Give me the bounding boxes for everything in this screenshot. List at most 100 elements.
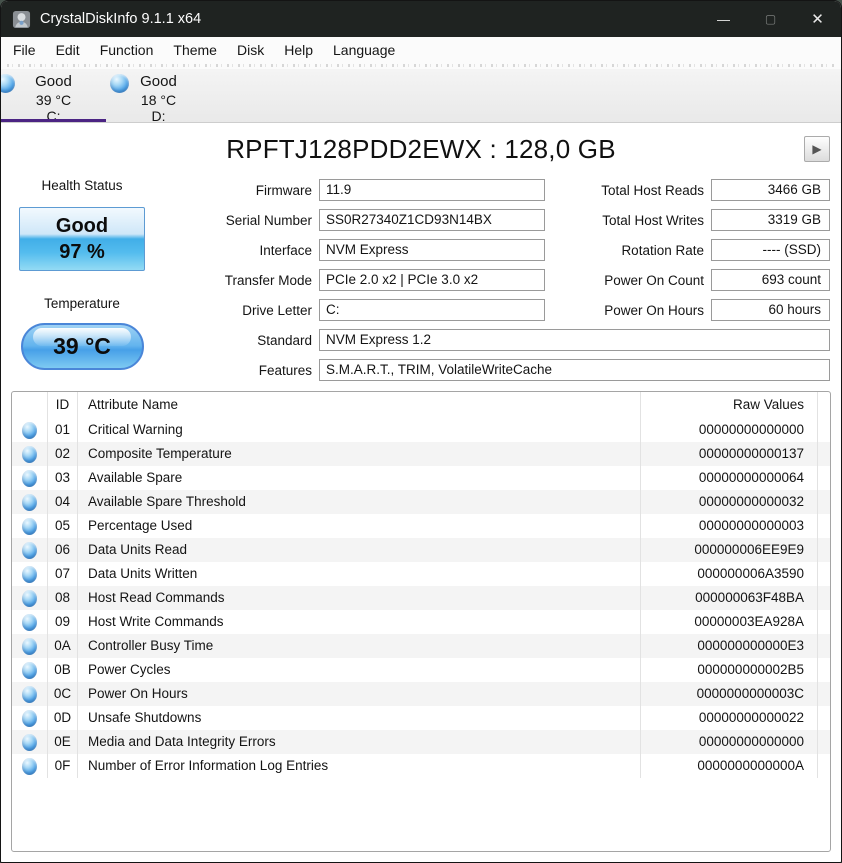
table-row[interactable]: 0FNumber of Error Information Log Entrie… xyxy=(12,754,830,778)
column-tail xyxy=(817,658,830,682)
field-value-power-on-hours: 60 hours xyxy=(711,299,830,321)
attribute-name: Available Spare Threshold xyxy=(78,490,640,514)
attribute-id: 07 xyxy=(47,562,78,586)
attribute-id: 0F xyxy=(47,754,78,778)
table-row[interactable]: 0CPower On Hours0000000000003C xyxy=(12,682,830,706)
menu-item-file[interactable]: File xyxy=(3,42,46,58)
disk-tab-d[interactable]: Good 18 °C D: xyxy=(106,69,211,122)
column-tail xyxy=(817,706,830,730)
close-button[interactable]: ✕ xyxy=(794,1,841,37)
table-row[interactable]: 0DUnsafe Shutdowns00000000000022 xyxy=(12,706,830,730)
attribute-id: 03 xyxy=(47,466,78,490)
table-row[interactable]: 07Data Units Written000000006A3590 xyxy=(12,562,830,586)
table-row[interactable]: 04Available Spare Threshold0000000000003… xyxy=(12,490,830,514)
health-status-button[interactable]: Good 97 % xyxy=(19,207,145,271)
field-label-power-on-hours: Power On Hours xyxy=(551,303,711,318)
menu-item-language[interactable]: Language xyxy=(323,42,405,58)
attribute-name: Number of Error Information Log Entries xyxy=(78,754,640,778)
column-header-raw: Raw Values xyxy=(640,392,817,418)
drive-info-grid: Health Status Good 97 % Temperature 39 °… xyxy=(1,175,841,385)
column-header-id: ID xyxy=(47,392,78,418)
field-label-rotation-rate: Rotation Rate xyxy=(551,243,711,258)
menu-item-function[interactable]: Function xyxy=(90,42,164,58)
temperature-button[interactable]: 39 °C xyxy=(21,323,144,370)
attribute-raw-value: 00000000000064 xyxy=(640,466,817,490)
table-row[interactable]: 09Host Write Commands00000003EA928A xyxy=(12,610,830,634)
attribute-name: Data Units Written xyxy=(78,562,640,586)
attribute-name: Host Write Commands xyxy=(78,610,640,634)
field-value-rotation-rate: ---- (SSD) xyxy=(711,239,830,261)
attribute-id: 0C xyxy=(47,682,78,706)
field-label-total-host-reads: Total Host Reads xyxy=(551,183,711,198)
attribute-id: 04 xyxy=(47,490,78,514)
minimize-button[interactable]: — xyxy=(700,1,747,37)
window-title: CrystalDiskInfo 9.1.1 x64 xyxy=(40,11,201,27)
attribute-id: 08 xyxy=(47,586,78,610)
table-row[interactable]: 0AController Busy Time000000000000E3 xyxy=(12,634,830,658)
disk-status-label: Good xyxy=(1,73,106,91)
table-row[interactable]: 06Data Units Read000000006EE9E9 xyxy=(12,538,830,562)
attribute-name: Power Cycles xyxy=(78,658,640,682)
disk-tab-c[interactable]: Good 39 °C C: xyxy=(1,69,106,122)
field-label-standard: Standard xyxy=(155,333,319,348)
attribute-raw-value: 000000006A3590 xyxy=(640,562,817,586)
table-row[interactable]: 08Host Read Commands000000063F48BA xyxy=(12,586,830,610)
status-orb-icon xyxy=(22,422,37,439)
disk-temp-label: 18 °C xyxy=(106,91,211,109)
table-row[interactable]: 03Available Spare00000000000064 xyxy=(12,466,830,490)
field-label-power-on-count: Power On Count xyxy=(551,273,711,288)
maximize-button[interactable]: ▢ xyxy=(747,1,794,37)
attribute-name: Data Units Read xyxy=(78,538,640,562)
table-empty-area xyxy=(12,778,830,851)
menu-bar: File Edit Function Theme Disk Help Langu… xyxy=(1,37,841,63)
status-orb-icon xyxy=(22,446,37,463)
table-row[interactable]: 05Percentage Used00000000000003 xyxy=(12,514,830,538)
next-drive-button[interactable]: ▶ xyxy=(804,136,830,162)
status-orb-icon xyxy=(22,590,37,607)
field-label-total-host-writes: Total Host Writes xyxy=(551,213,711,228)
field-value-total-host-writes: 3319 GB xyxy=(711,209,830,231)
status-orb-icon xyxy=(22,470,37,487)
status-orb-cell xyxy=(12,514,47,538)
attribute-name: Unsafe Shutdowns xyxy=(78,706,640,730)
column-tail xyxy=(817,730,830,754)
app-window: CrystalDiskInfo 9.1.1 x64 — ▢ ✕ File Edi… xyxy=(0,0,842,863)
menu-item-help[interactable]: Help xyxy=(274,42,323,58)
field-value-features: S.M.A.R.T., TRIM, VolatileWriteCache xyxy=(319,359,830,381)
temperature-label: Temperature xyxy=(44,296,120,311)
status-orb-cell xyxy=(12,706,47,730)
attribute-id: 0B xyxy=(47,658,78,682)
field-label-firmware: Firmware xyxy=(155,183,319,198)
drive-title-row: RPFTJ128PDD2EWX : 128,0 GB xyxy=(1,123,841,175)
attribute-name: Host Read Commands xyxy=(78,586,640,610)
status-orb-cell xyxy=(12,466,47,490)
table-row[interactable]: 0BPower Cycles000000000002B5 xyxy=(12,658,830,682)
table-row[interactable]: 01Critical Warning00000000000000 xyxy=(12,418,830,442)
column-tail xyxy=(817,562,830,586)
attribute-id: 0E xyxy=(47,730,78,754)
field-value-drive-letter: C: xyxy=(319,299,545,321)
menu-item-disk[interactable]: Disk xyxy=(227,42,274,58)
field-label-serial-number: Serial Number xyxy=(155,213,319,228)
menu-item-edit[interactable]: Edit xyxy=(46,42,90,58)
attribute-raw-value: 000000063F48BA xyxy=(640,586,817,610)
play-arrow-icon: ▶ xyxy=(812,142,821,156)
attribute-id: 0D xyxy=(47,706,78,730)
status-orb-cell xyxy=(12,418,47,442)
table-row[interactable]: 0EMedia and Data Integrity Errors0000000… xyxy=(12,730,830,754)
status-orb-cell xyxy=(12,538,47,562)
attribute-raw-value: 00000000000032 xyxy=(640,490,817,514)
status-orb-icon xyxy=(22,758,37,775)
status-orb-icon xyxy=(22,686,37,703)
field-value-serial-number: SS0R27340Z1CD93N14BX xyxy=(319,209,545,231)
disk-temp-label: 39 °C xyxy=(1,91,106,109)
field-value-total-host-reads: 3466 GB xyxy=(711,179,830,201)
column-tail xyxy=(817,634,830,658)
menu-item-theme[interactable]: Theme xyxy=(163,42,227,58)
field-value-power-on-count: 693 count xyxy=(711,269,830,291)
field-label-features: Features xyxy=(155,363,319,378)
column-tail xyxy=(817,538,830,562)
status-orb-icon xyxy=(22,566,37,583)
smart-attributes-table: ID Attribute Name Raw Values 01Critical … xyxy=(11,391,831,852)
table-row[interactable]: 02Composite Temperature00000000000137 xyxy=(12,442,830,466)
